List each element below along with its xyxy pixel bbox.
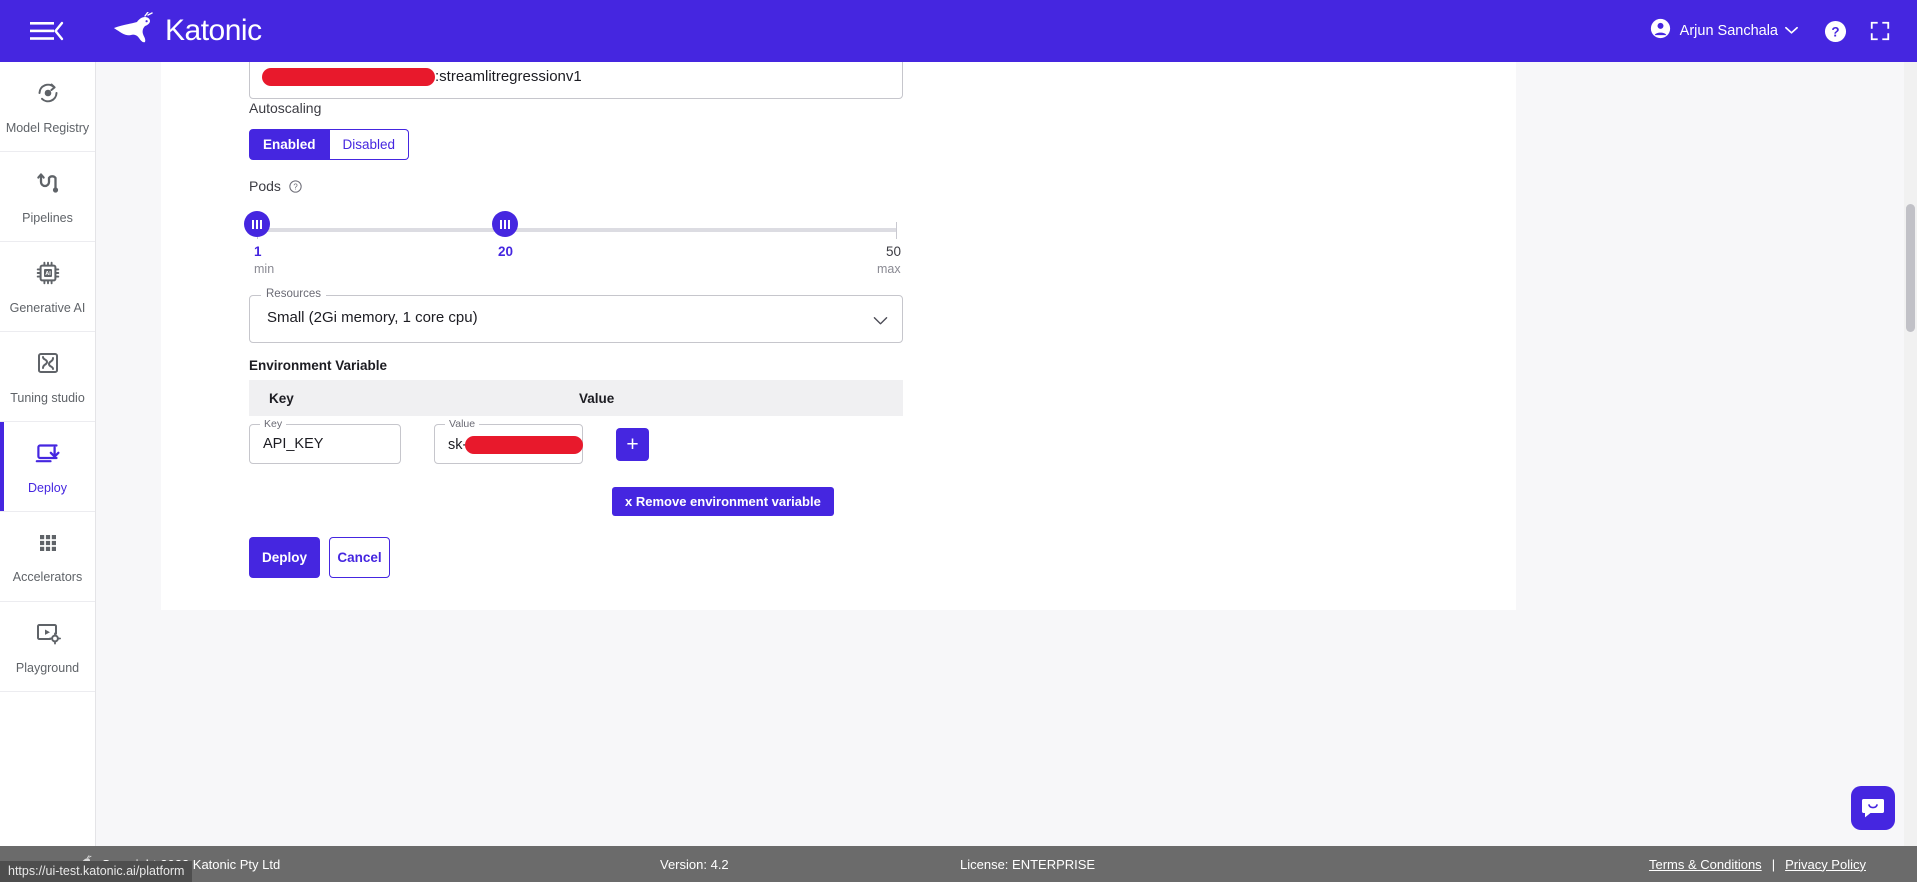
fullscreen-expand-icon[interactable] [1869,20,1891,42]
slider-max-value: 50 [886,244,902,259]
scrollbar-thumb[interactable] [1906,204,1915,332]
autoscaling-enabled-button[interactable]: Enabled [249,129,330,160]
sidebar-item-tuning-studio[interactable]: Tuning studio [0,332,95,422]
grip-line [500,219,502,229]
help-circle-icon[interactable]: ? [1824,20,1847,43]
pods-label-group: Pods ? [249,178,302,194]
grip-line [256,219,258,229]
deploy-download-icon [34,439,62,472]
grip-line [260,219,262,229]
slider-min-value: 1 [254,244,262,259]
main-content-area: :streamlitregressionv1 Autoscaling Enabl… [96,62,1917,882]
pipelines-icon [34,169,62,202]
top-header-bar: Katonic Arjun Sanchala ? [0,0,1917,62]
footer-version: Version: 4.2 [660,856,729,872]
slider-handle-current[interactable] [492,211,518,237]
browser-status-url: https://ui-test.katonic.ai/platform [0,861,193,882]
autoscaling-disabled-button[interactable]: Disabled [329,129,410,160]
resources-select[interactable]: Resources Small (2Gi memory, 1 core cpu) [249,288,903,343]
model-registry-icon [34,79,62,112]
brand-logo-link[interactable]: Katonic [112,10,262,51]
sidebar-item-pipelines[interactable]: Pipelines [0,152,95,242]
svg-text:AI: AI [45,271,51,277]
sidebar-item-model-registry[interactable]: Model Registry [0,62,95,152]
svg-text:?: ? [1831,24,1839,39]
sidebar-item-label: Model Registry [5,120,90,135]
sidebar-item-accelerators[interactable]: Accelerators [0,512,95,602]
resources-select-value: Small (2Gi memory, 1 core cpu) [267,309,478,326]
app-root: Katonic Arjun Sanchala ? Model Registry … [0,0,1917,882]
accelerators-grid-icon [35,530,61,561]
slider-handle-min[interactable] [244,211,270,237]
deploy-button[interactable]: Deploy [249,537,320,578]
column-header-key: Key [269,390,294,406]
autoscaling-toggle-group: Enabled Disabled [249,129,410,160]
header-right-controls: Arjun Sanchala ? [1650,18,1891,44]
account-menu-button[interactable]: Arjun Sanchala [1650,18,1798,44]
remove-environment-variable-button[interactable]: x Remove environment variable [612,487,834,516]
image-name-field[interactable]: :streamlitregressionv1 [249,62,903,99]
column-header-value: Value [579,390,615,406]
sidebar-item-label: Deploy [28,480,67,495]
sidebar-item-deploy[interactable]: Deploy [0,422,95,512]
footer-links: Terms & Conditions | Privacy Policy [1649,857,1866,872]
generative-ai-chip-icon: AI [34,259,62,292]
account-name-label: Arjun Sanchala [1679,23,1778,39]
help-circle-small-icon[interactable]: ? [289,179,302,193]
cancel-button[interactable]: Cancel [329,537,390,578]
add-environment-variable-button[interactable]: + [616,427,649,461]
page-scrollbar[interactable] [1904,62,1917,882]
env-key-field[interactable]: Key API_KEY [249,418,401,464]
slider-max-caption: max [877,262,901,276]
env-value-legend: Value [445,418,480,430]
resources-select-legend: Resources [261,288,326,300]
grip-line [504,219,506,229]
privacy-policy-link[interactable]: Privacy Policy [1785,857,1866,872]
tuning-studio-puzzle-icon [34,349,62,382]
slider-tick-max [896,222,897,239]
env-key-legend: Key [260,418,287,430]
sidebar-item-label: Accelerators [12,569,83,584]
grip-line [252,219,254,229]
sidebar-item-label: Generative AI [9,300,86,315]
autoscaling-label: Autoscaling [249,100,322,116]
environment-table-header: Key Value [249,380,903,416]
env-value-field[interactable]: Value sk- [434,418,584,464]
grip-line [508,219,510,229]
deploy-form-card: :streamlitregressionv1 Autoscaling Enabl… [161,62,1516,610]
sidebar-item-label: Playground [15,660,80,675]
chevron-down-icon [873,313,888,331]
pods-label: Pods [249,178,281,194]
terms-and-conditions-link[interactable]: Terms & Conditions [1649,857,1762,872]
playground-video-settings-icon [34,619,62,652]
slider-current-value: 20 [498,244,514,259]
footer-license: License: ENTERPRISE [960,856,1096,872]
hamburger-menu-icon[interactable] [30,18,64,44]
left-sidebar-nav: Model Registry Pipelines AI Generative A… [0,62,96,882]
account-circle-icon [1650,18,1671,44]
slider-track [257,228,897,232]
svg-text:?: ? [293,182,298,191]
redacted-secret-value [465,436,584,454]
sidebar-item-playground[interactable]: Playground [0,602,95,692]
kangaroo-logo-icon [112,10,158,51]
environment-variable-row: Key API_KEY Value sk- + [249,418,649,464]
chevron-down-icon [1785,22,1798,40]
brand-name: Katonic [165,14,262,47]
footer-bar: Copyright 2023 Katonic Pty Ltd Version: … [0,846,1917,882]
footer-link-separator: | [1771,856,1776,872]
chat-bubble-icon[interactable] [1851,786,1895,830]
env-value-content: sk- [448,436,584,454]
sidebar-item-label: Pipelines [22,210,73,225]
redacted-image-prefix [262,67,435,86]
sidebar-item-label: Tuning studio [10,390,85,405]
env-key-value: API_KEY [263,436,324,452]
environment-variable-section-label: Environment Variable [249,358,388,373]
slider-min-caption: min [254,262,275,276]
image-name-value: :streamlitregressionv1 [435,68,582,85]
sidebar-item-generative-ai[interactable]: AI Generative AI [0,242,95,332]
